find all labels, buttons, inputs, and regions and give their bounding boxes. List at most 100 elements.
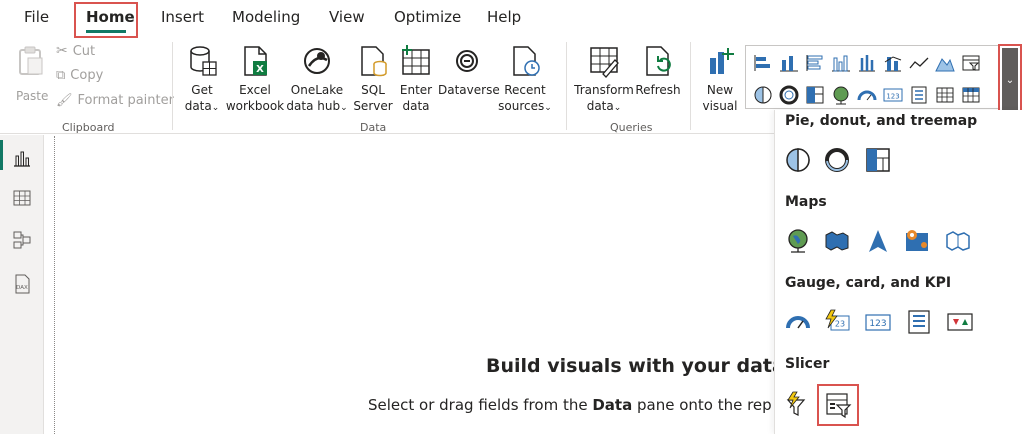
report-view-icon[interactable] bbox=[11, 147, 33, 169]
enter-data-button[interactable]: Enter data bbox=[396, 44, 436, 114]
database-icon bbox=[190, 46, 217, 76]
section-maps: Maps bbox=[785, 194, 827, 210]
svg-text:DAX: DAX bbox=[16, 285, 28, 291]
refresh-button[interactable]: Refresh bbox=[634, 44, 682, 98]
menu-modeling[interactable]: Modeling bbox=[232, 8, 300, 26]
recent-sources-button[interactable]: Recent sources⌄ bbox=[497, 44, 553, 116]
multi-row-card-icon[interactable] bbox=[905, 308, 933, 336]
menu-optimize[interactable]: Optimize bbox=[394, 8, 461, 26]
menu-bar: File Home Insert Modeling View Optimize … bbox=[0, 0, 1024, 36]
azure-map-icon[interactable] bbox=[864, 227, 892, 255]
line-chart-icon[interactable] bbox=[908, 52, 930, 74]
new-visual-label-2: visual bbox=[702, 99, 738, 113]
cut-label: Cut bbox=[72, 43, 96, 59]
treemap-icon[interactable] bbox=[804, 84, 826, 106]
onelake-label-1: OneLake bbox=[290, 83, 344, 97]
onelake-label-2: data hub bbox=[286, 99, 341, 113]
onelake-icon bbox=[304, 48, 330, 74]
slicer-icon[interactable] bbox=[824, 391, 852, 419]
menu-file[interactable]: File bbox=[24, 8, 49, 26]
gallery-expand-button[interactable]: ⌄ bbox=[1002, 48, 1018, 114]
clustered-column-chart-icon[interactable] bbox=[830, 52, 852, 74]
new-visual-button[interactable]: New visual bbox=[698, 44, 742, 114]
get-data-label-1: Get bbox=[191, 83, 213, 97]
canvas-subtitle: Select or drag fields from the Data pane… bbox=[368, 396, 772, 414]
stacked-bar-chart-icon[interactable] bbox=[752, 52, 774, 74]
canvas-subtitle-suffix: pane onto the rep bbox=[632, 396, 772, 414]
chevron-down-icon: ⌄ bbox=[211, 103, 220, 113]
chevron-down-icon: ⌄ bbox=[1005, 75, 1015, 86]
separator bbox=[172, 42, 173, 130]
svg-text:123: 123 bbox=[886, 93, 899, 101]
donut-chart-icon[interactable] bbox=[778, 84, 800, 106]
home-active-underline bbox=[86, 30, 126, 33]
excel-workbook-button[interactable]: X Excel workbook bbox=[224, 44, 286, 114]
menu-help[interactable]: Help bbox=[487, 8, 521, 26]
100-stacked-column-icon[interactable] bbox=[882, 52, 904, 74]
onelake-data-hub-button[interactable]: OneLake data hub⌄ bbox=[286, 44, 348, 116]
kpi-icon[interactable] bbox=[946, 308, 974, 336]
section-gauge-card-kpi: Gauge, card, and KPI bbox=[785, 275, 952, 291]
copy-button[interactable]: ⧉ Copy bbox=[56, 68, 103, 83]
sql-server-button[interactable]: SQL Server bbox=[350, 44, 396, 114]
100-stacked-bar-icon[interactable] bbox=[856, 52, 878, 74]
card-icon[interactable]: 123 bbox=[882, 84, 904, 106]
visual-gallery: 123 bbox=[745, 45, 999, 109]
clustered-bar-chart-icon[interactable] bbox=[804, 52, 826, 74]
canvas-subtitle-bold: Data bbox=[592, 396, 633, 414]
section-slicer: Slicer bbox=[785, 356, 830, 372]
excel-icon: X bbox=[244, 46, 267, 76]
filter-visual-icon[interactable] bbox=[960, 52, 982, 74]
recent-sources-icon bbox=[513, 46, 540, 76]
nav-active-indicator bbox=[0, 140, 3, 170]
canvas-subtitle-prefix: Select or drag fields from the bbox=[368, 396, 593, 414]
menu-view[interactable]: View bbox=[329, 8, 365, 26]
table-icon[interactable] bbox=[934, 84, 956, 106]
smart-narrative-card-icon[interactable]: 23 bbox=[823, 308, 851, 336]
donut-chart-icon[interactable] bbox=[823, 146, 851, 174]
gauge-icon[interactable] bbox=[856, 84, 878, 106]
queries-group-label: Queries bbox=[610, 121, 653, 134]
dataverse-button[interactable]: Dataverse bbox=[438, 44, 500, 98]
shape-map-icon[interactable] bbox=[944, 227, 972, 255]
dataverse-icon bbox=[456, 50, 479, 72]
dax-query-view-icon[interactable]: DAX bbox=[11, 273, 33, 295]
pie-chart-icon[interactable] bbox=[752, 84, 774, 106]
table-view-icon[interactable] bbox=[11, 187, 33, 209]
pie-chart-icon[interactable] bbox=[784, 146, 812, 174]
data-group-label: Data bbox=[360, 121, 387, 134]
multi-row-card-icon[interactable] bbox=[908, 84, 930, 106]
svg-text:123: 123 bbox=[869, 319, 886, 329]
enter-label-1: Enter bbox=[399, 83, 433, 97]
area-chart-icon[interactable] bbox=[934, 52, 956, 74]
new-slicer-icon[interactable] bbox=[784, 390, 812, 418]
sql-server-icon bbox=[361, 46, 387, 77]
model-view-icon[interactable] bbox=[11, 229, 33, 251]
new-visual-label-1: New bbox=[706, 83, 734, 97]
menu-insert[interactable]: Insert bbox=[161, 8, 204, 26]
refresh-icon bbox=[646, 46, 671, 76]
scissors-icon: ✂ bbox=[56, 43, 68, 59]
format-painter-button[interactable]: 🖌 Format painter bbox=[56, 93, 174, 108]
treemap-icon[interactable] bbox=[864, 146, 892, 174]
matrix-icon[interactable] bbox=[960, 84, 982, 106]
transform-icon bbox=[590, 47, 619, 78]
gauge-icon[interactable] bbox=[784, 308, 812, 336]
report-canvas[interactable] bbox=[45, 135, 774, 434]
card-icon[interactable]: 123 bbox=[864, 308, 892, 336]
transform-data-button[interactable]: Transform data⌄ bbox=[574, 44, 634, 116]
table-plus-icon bbox=[402, 45, 430, 75]
paste-button[interactable]: Paste bbox=[10, 44, 52, 103]
chevron-down-icon: ⌄ bbox=[340, 103, 348, 113]
map-globe-icon[interactable] bbox=[830, 84, 852, 106]
stacked-column-chart-icon[interactable] bbox=[778, 52, 800, 74]
copy-label: Copy bbox=[70, 68, 104, 83]
arcgis-map-icon[interactable] bbox=[903, 227, 931, 255]
filled-map-icon[interactable] bbox=[823, 227, 851, 255]
cut-button[interactable]: ✂ Cut bbox=[56, 43, 95, 59]
get-data-button[interactable]: Get data⌄ bbox=[180, 44, 224, 116]
separator bbox=[566, 42, 567, 130]
map-globe-icon[interactable] bbox=[784, 227, 812, 255]
separator bbox=[690, 42, 691, 130]
svg-text:X: X bbox=[256, 64, 264, 75]
